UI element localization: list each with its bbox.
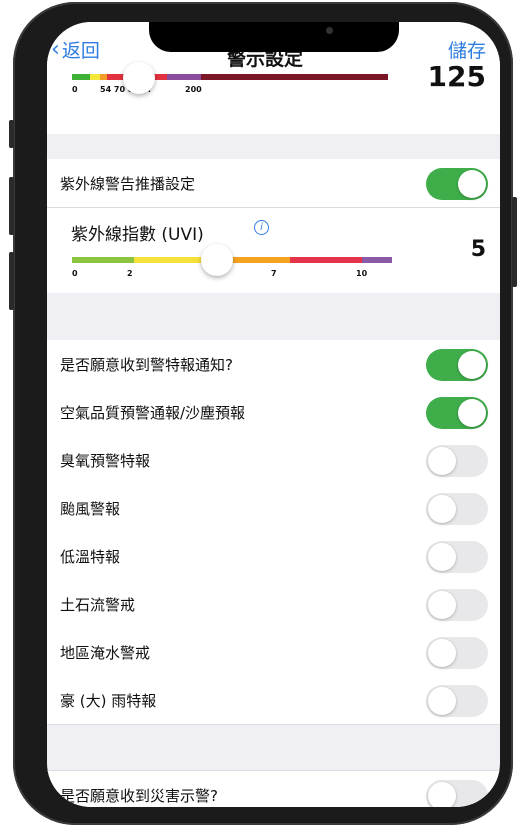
power-button (512, 197, 517, 287)
info-icon[interactable]: i (254, 220, 269, 235)
alert-toggle[interactable] (426, 397, 488, 429)
toggle-knob (428, 591, 456, 619)
alert-row: 是否願意收到警特報通知? (47, 340, 500, 389)
aqi-tick: 200 (185, 85, 202, 94)
uvi-tick: 7 (271, 269, 277, 278)
aqi-tick: 0 (72, 85, 78, 94)
alert-row: 豪 (大) 雨特報 (47, 676, 500, 725)
camera-dot (326, 27, 333, 34)
toggle-knob (428, 639, 456, 667)
toggle-knob (428, 543, 456, 571)
alert-toggle[interactable] (426, 445, 488, 477)
toggle-knob (428, 495, 456, 523)
mute-switch (9, 120, 14, 148)
alert-label: 臭氧預警特報 (60, 452, 151, 470)
alert-label: 低溫特報 (60, 548, 121, 566)
alert-toggle[interactable] (426, 493, 488, 525)
alert-toggle[interactable] (426, 589, 488, 621)
alert-label: 颱風警報 (60, 500, 121, 518)
alert-row: 颱風警報 (47, 484, 500, 533)
alert-row: 空氣品質預警通報/沙塵預報 (47, 388, 500, 437)
back-label: 返回 (61, 40, 100, 62)
toggle-knob (458, 351, 486, 379)
alert-label: 空氣品質預警通報/沙塵預報 (60, 404, 246, 422)
alert-label: 土石流警戒 (60, 596, 136, 614)
alert-toggle[interactable] (426, 637, 488, 669)
alert-row: 地區淹水警戒 (47, 628, 500, 677)
disaster-toggle[interactable] (426, 780, 488, 807)
volume-up-button (9, 177, 14, 235)
alert-row: 臭氧預警特報 (47, 436, 500, 485)
uv-push-label: 紫外線警告推播設定 (60, 175, 196, 193)
disaster-label: 是否願意收到災害示警? (60, 787, 218, 805)
toggle-knob (428, 447, 456, 475)
alert-row: 土石流警戒 (47, 580, 500, 629)
uvi-value: 5 (470, 237, 486, 262)
alert-row: 低溫特報 (47, 532, 500, 581)
uv-push-toggle[interactable] (426, 168, 488, 200)
toggle-knob (458, 399, 486, 427)
toggle-knob (458, 170, 486, 198)
screen: 0 54 70 85 ... 200 125 ‹ 返回 警示設定 儲存 紫外線警… (47, 22, 500, 807)
uvi-tick: 10 (356, 269, 368, 278)
alert-label: 是否願意收到警特報通知? (60, 356, 233, 374)
alert-toggle[interactable] (426, 541, 488, 573)
uv-push-row: 紫外線警告推播設定 (47, 159, 500, 208)
notch (149, 22, 399, 52)
alert-label: 地區淹水警戒 (60, 644, 151, 662)
volume-down-button (9, 252, 14, 310)
uvi-title: 紫外線指數 (UVI) (71, 225, 204, 245)
alert-label: 豪 (大) 雨特報 (60, 692, 157, 710)
toggle-knob (428, 687, 456, 715)
disaster-row: 是否願意收到災害示警? (47, 770, 500, 807)
uvi-slider-thumb[interactable] (201, 244, 233, 276)
alert-toggle[interactable] (426, 685, 488, 717)
toggle-knob (428, 782, 456, 807)
uvi-tick: 0 (72, 269, 78, 278)
alert-toggle[interactable] (426, 349, 488, 381)
chevron-left-icon: ‹ (51, 37, 60, 62)
uvi-tick: 2 (127, 269, 133, 278)
uvi-tick-labels: 0 2 5 7 10 (47, 269, 500, 281)
aqi-scale-bar (72, 74, 388, 80)
save-button[interactable]: 儲存 (448, 36, 486, 63)
back-button[interactable]: ‹ 返回 (51, 36, 100, 63)
